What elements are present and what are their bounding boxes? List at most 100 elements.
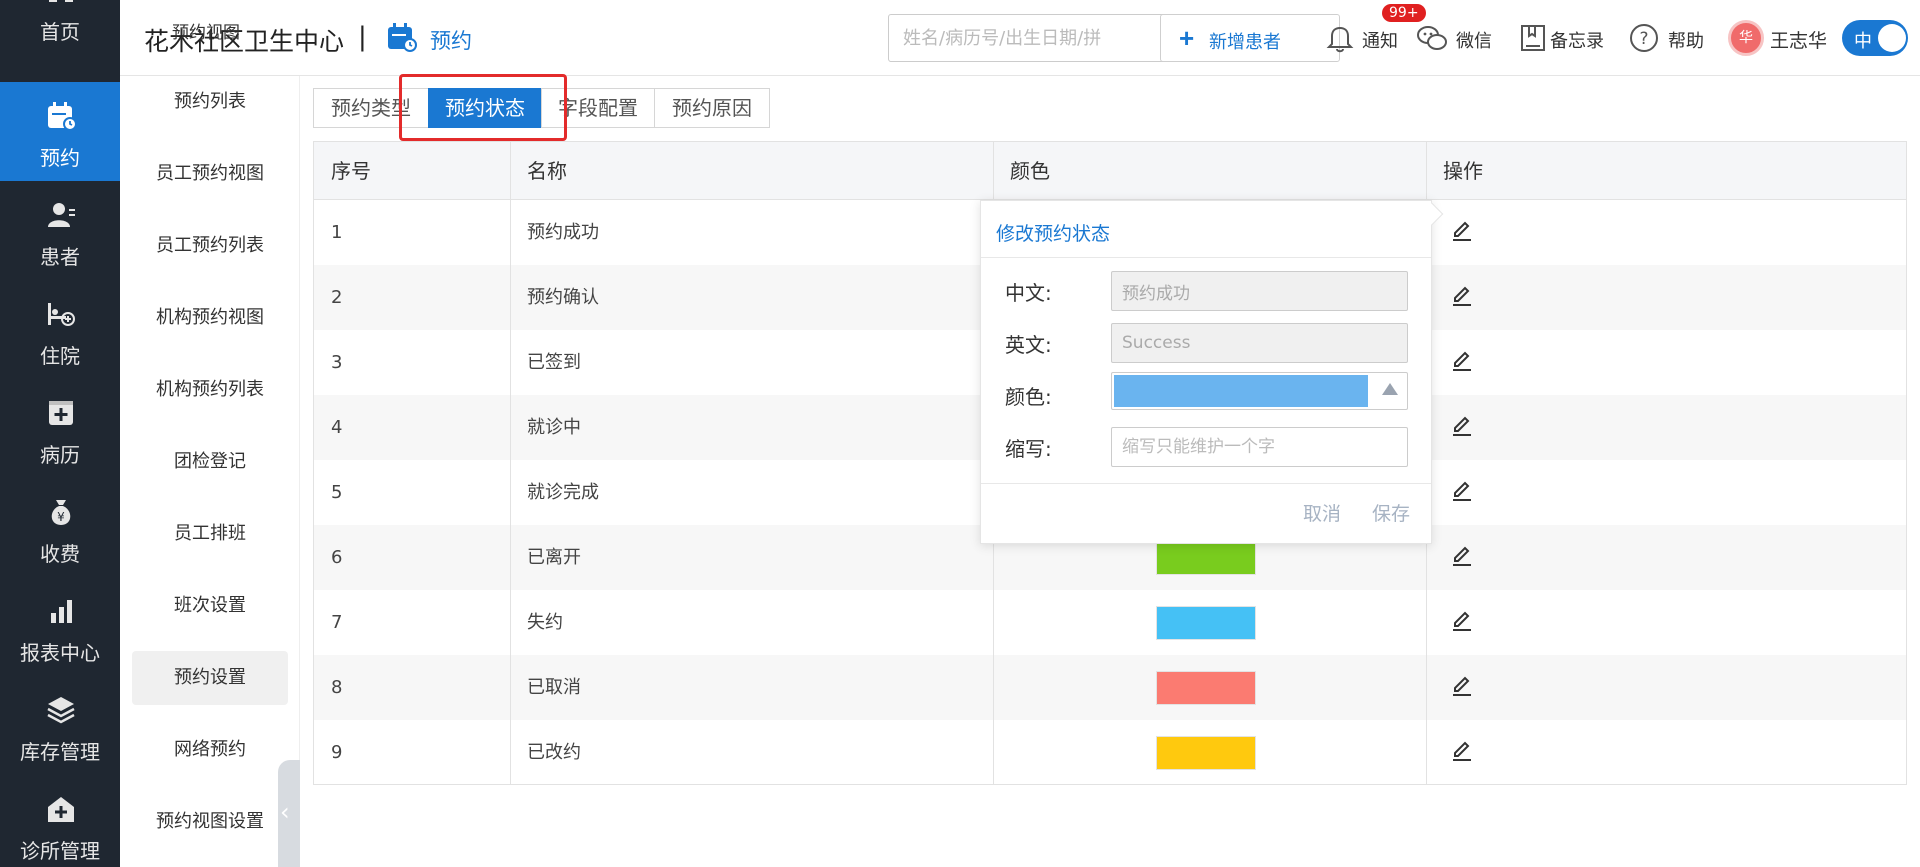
nav-label: 首页 <box>40 20 80 44</box>
money-bag-icon: ¥ <box>51 500 71 525</box>
wechat-button[interactable]: 微信 <box>1416 20 1502 56</box>
edit-icon[interactable] <box>1450 414 1474 438</box>
edit-icon[interactable] <box>1450 544 1474 568</box>
row-index: 2 <box>331 287 343 308</box>
bar-chart-icon <box>51 600 72 623</box>
nav-item-appointment[interactable]: 预约 <box>0 82 120 181</box>
row-name: 已取消 <box>527 677 581 698</box>
nav-item-patient[interactable]: 患者 <box>0 181 120 280</box>
collapse-submenu-handle[interactable]: ‹ <box>278 760 300 867</box>
cancel-button[interactable]: 取消 <box>1303 499 1341 526</box>
submenu-item[interactable]: 团检登记 <box>132 435 288 489</box>
layers-icon <box>47 697 75 724</box>
memo-label: 备忘录 <box>1550 31 1604 52</box>
submenu-item-appointment-settings[interactable]: 预约设置 <box>132 651 288 705</box>
popover-title: 修改预约状态 <box>996 223 1111 245</box>
english-label: 英文: <box>1005 333 1052 357</box>
plus-icon: + <box>1179 23 1195 53</box>
notify-label: 通知 <box>1362 31 1398 52</box>
row-index: 8 <box>331 677 343 698</box>
tab-appointment-reason[interactable]: 预约原因 <box>654 88 770 128</box>
add-patient-label: 新增患者 <box>1209 32 1281 52</box>
nav-item-home[interactable]: 首页 <box>0 0 120 55</box>
row-name: 已改约 <box>527 742 581 763</box>
help-icon: ? <box>1630 24 1658 52</box>
row-name: 失约 <box>527 612 563 633</box>
help-button[interactable]: ? 帮助 <box>1628 20 1718 56</box>
nav-item-inventory[interactable]: 库存管理 <box>0 676 120 775</box>
edit-icon[interactable] <box>1450 739 1474 763</box>
submenu-item[interactable]: 员工预约视图 <box>132 147 288 201</box>
row-name: 预约成功 <box>527 222 599 243</box>
wechat-icon <box>1417 26 1447 50</box>
edit-icon[interactable] <box>1450 479 1474 503</box>
caret-up-icon <box>1382 383 1398 395</box>
selected-color <box>1114 375 1368 407</box>
nav-item-clinic[interactable]: 诊所管理 <box>0 775 120 867</box>
submenu-item[interactable]: 预约列表 <box>132 75 288 129</box>
memo-button[interactable]: 备忘录 <box>1518 20 1618 56</box>
nav-label: 病历 <box>40 443 80 467</box>
color-picker[interactable] <box>1111 372 1408 410</box>
clinic-icon <box>48 797 74 822</box>
row-name: 预约确认 <box>527 287 599 308</box>
language-toggle[interactable]: 中 <box>1842 20 1908 56</box>
row-index: 3 <box>331 352 343 373</box>
notification-button[interactable]: 通知 <box>1324 20 1412 56</box>
header-name: 名称 <box>527 159 567 183</box>
color-swatch <box>1156 541 1256 575</box>
user-name[interactable]: 王志华 <box>1770 26 1827 53</box>
bell-icon <box>1326 26 1354 53</box>
row-index: 6 <box>331 547 343 568</box>
memo-icon <box>1521 25 1545 51</box>
english-name-field[interactable] <box>1111 323 1408 363</box>
submenu-scrolled-item[interactable]: 预约视图 <box>172 18 240 43</box>
abbreviation-field[interactable] <box>1111 427 1408 467</box>
language-label: 中 <box>1854 31 1872 52</box>
submenu-item[interactable]: 员工排班 <box>132 507 288 561</box>
abbr-label: 缩写: <box>1005 437 1052 461</box>
nav-label: 库存管理 <box>20 740 100 764</box>
nav-label: 收费 <box>40 542 80 566</box>
edit-icon[interactable] <box>1450 284 1474 308</box>
submenu-item[interactable]: 机构预约列表 <box>132 363 288 417</box>
submenu-item[interactable]: 预约视图设置 <box>132 795 288 849</box>
nav-label: 住院 <box>40 344 80 368</box>
row-index: 7 <box>331 612 343 633</box>
nav-item-inpatient[interactable]: 住院 <box>0 280 120 379</box>
save-button[interactable]: 保存 <box>1372 499 1410 526</box>
edit-icon[interactable] <box>1450 349 1474 373</box>
submenu-item[interactable]: 班次设置 <box>132 579 288 633</box>
edit-icon[interactable] <box>1450 674 1474 698</box>
submenu-item[interactable]: 机构预约视图 <box>132 291 288 345</box>
patient-icon <box>48 203 75 227</box>
module-label: 预约 <box>430 29 472 53</box>
top-header: 花木社区卫生中心 | 预约 + 新增患者 通知 99+ 微信 备忘录 ? 帮助 … <box>120 0 1920 76</box>
row-name: 就诊完成 <box>527 482 599 503</box>
nav-label: 患者 <box>40 245 80 269</box>
nav-item-records[interactable]: 病历 <box>0 379 120 478</box>
svg-text:¥: ¥ <box>57 510 65 524</box>
main-nav: 首页 预约 患者 住院 病历 ¥ 收费 报表中心 库存管理 诊所管理 <box>0 0 120 867</box>
chinese-name-field[interactable] <box>1111 271 1408 311</box>
wechat-label: 微信 <box>1456 31 1492 52</box>
sub-menu: 预约视图 预约列表 员工预约视图 员工预约列表 机构预约视图 机构预约列表 团检… <box>120 23 300 867</box>
edit-icon[interactable] <box>1450 219 1474 243</box>
nav-item-reports[interactable]: 报表中心 <box>0 577 120 676</box>
row-index: 1 <box>331 222 343 243</box>
nav-label: 诊所管理 <box>20 839 100 863</box>
edit-icon[interactable] <box>1450 609 1474 633</box>
header-separator: | <box>358 22 367 52</box>
chinese-label: 中文: <box>1005 281 1052 305</box>
add-patient-button[interactable]: + 新增患者 <box>1160 14 1340 62</box>
header-actions: 操作 <box>1443 159 1483 183</box>
header-color: 颜色 <box>1010 159 1050 183</box>
nav-item-billing[interactable]: ¥ 收费 <box>0 478 120 577</box>
row-index: 9 <box>331 742 343 763</box>
submenu-item[interactable]: 员工预约列表 <box>132 219 288 273</box>
toggle-knob <box>1878 24 1906 52</box>
medical-record-icon <box>49 401 73 425</box>
avatar[interactable]: 华 <box>1728 20 1764 56</box>
edit-status-popover: 修改预约状态 中文: 英文: 颜色: 缩写: 取消 保存 <box>980 200 1432 544</box>
submenu-item[interactable]: 网络预约 <box>132 723 288 777</box>
